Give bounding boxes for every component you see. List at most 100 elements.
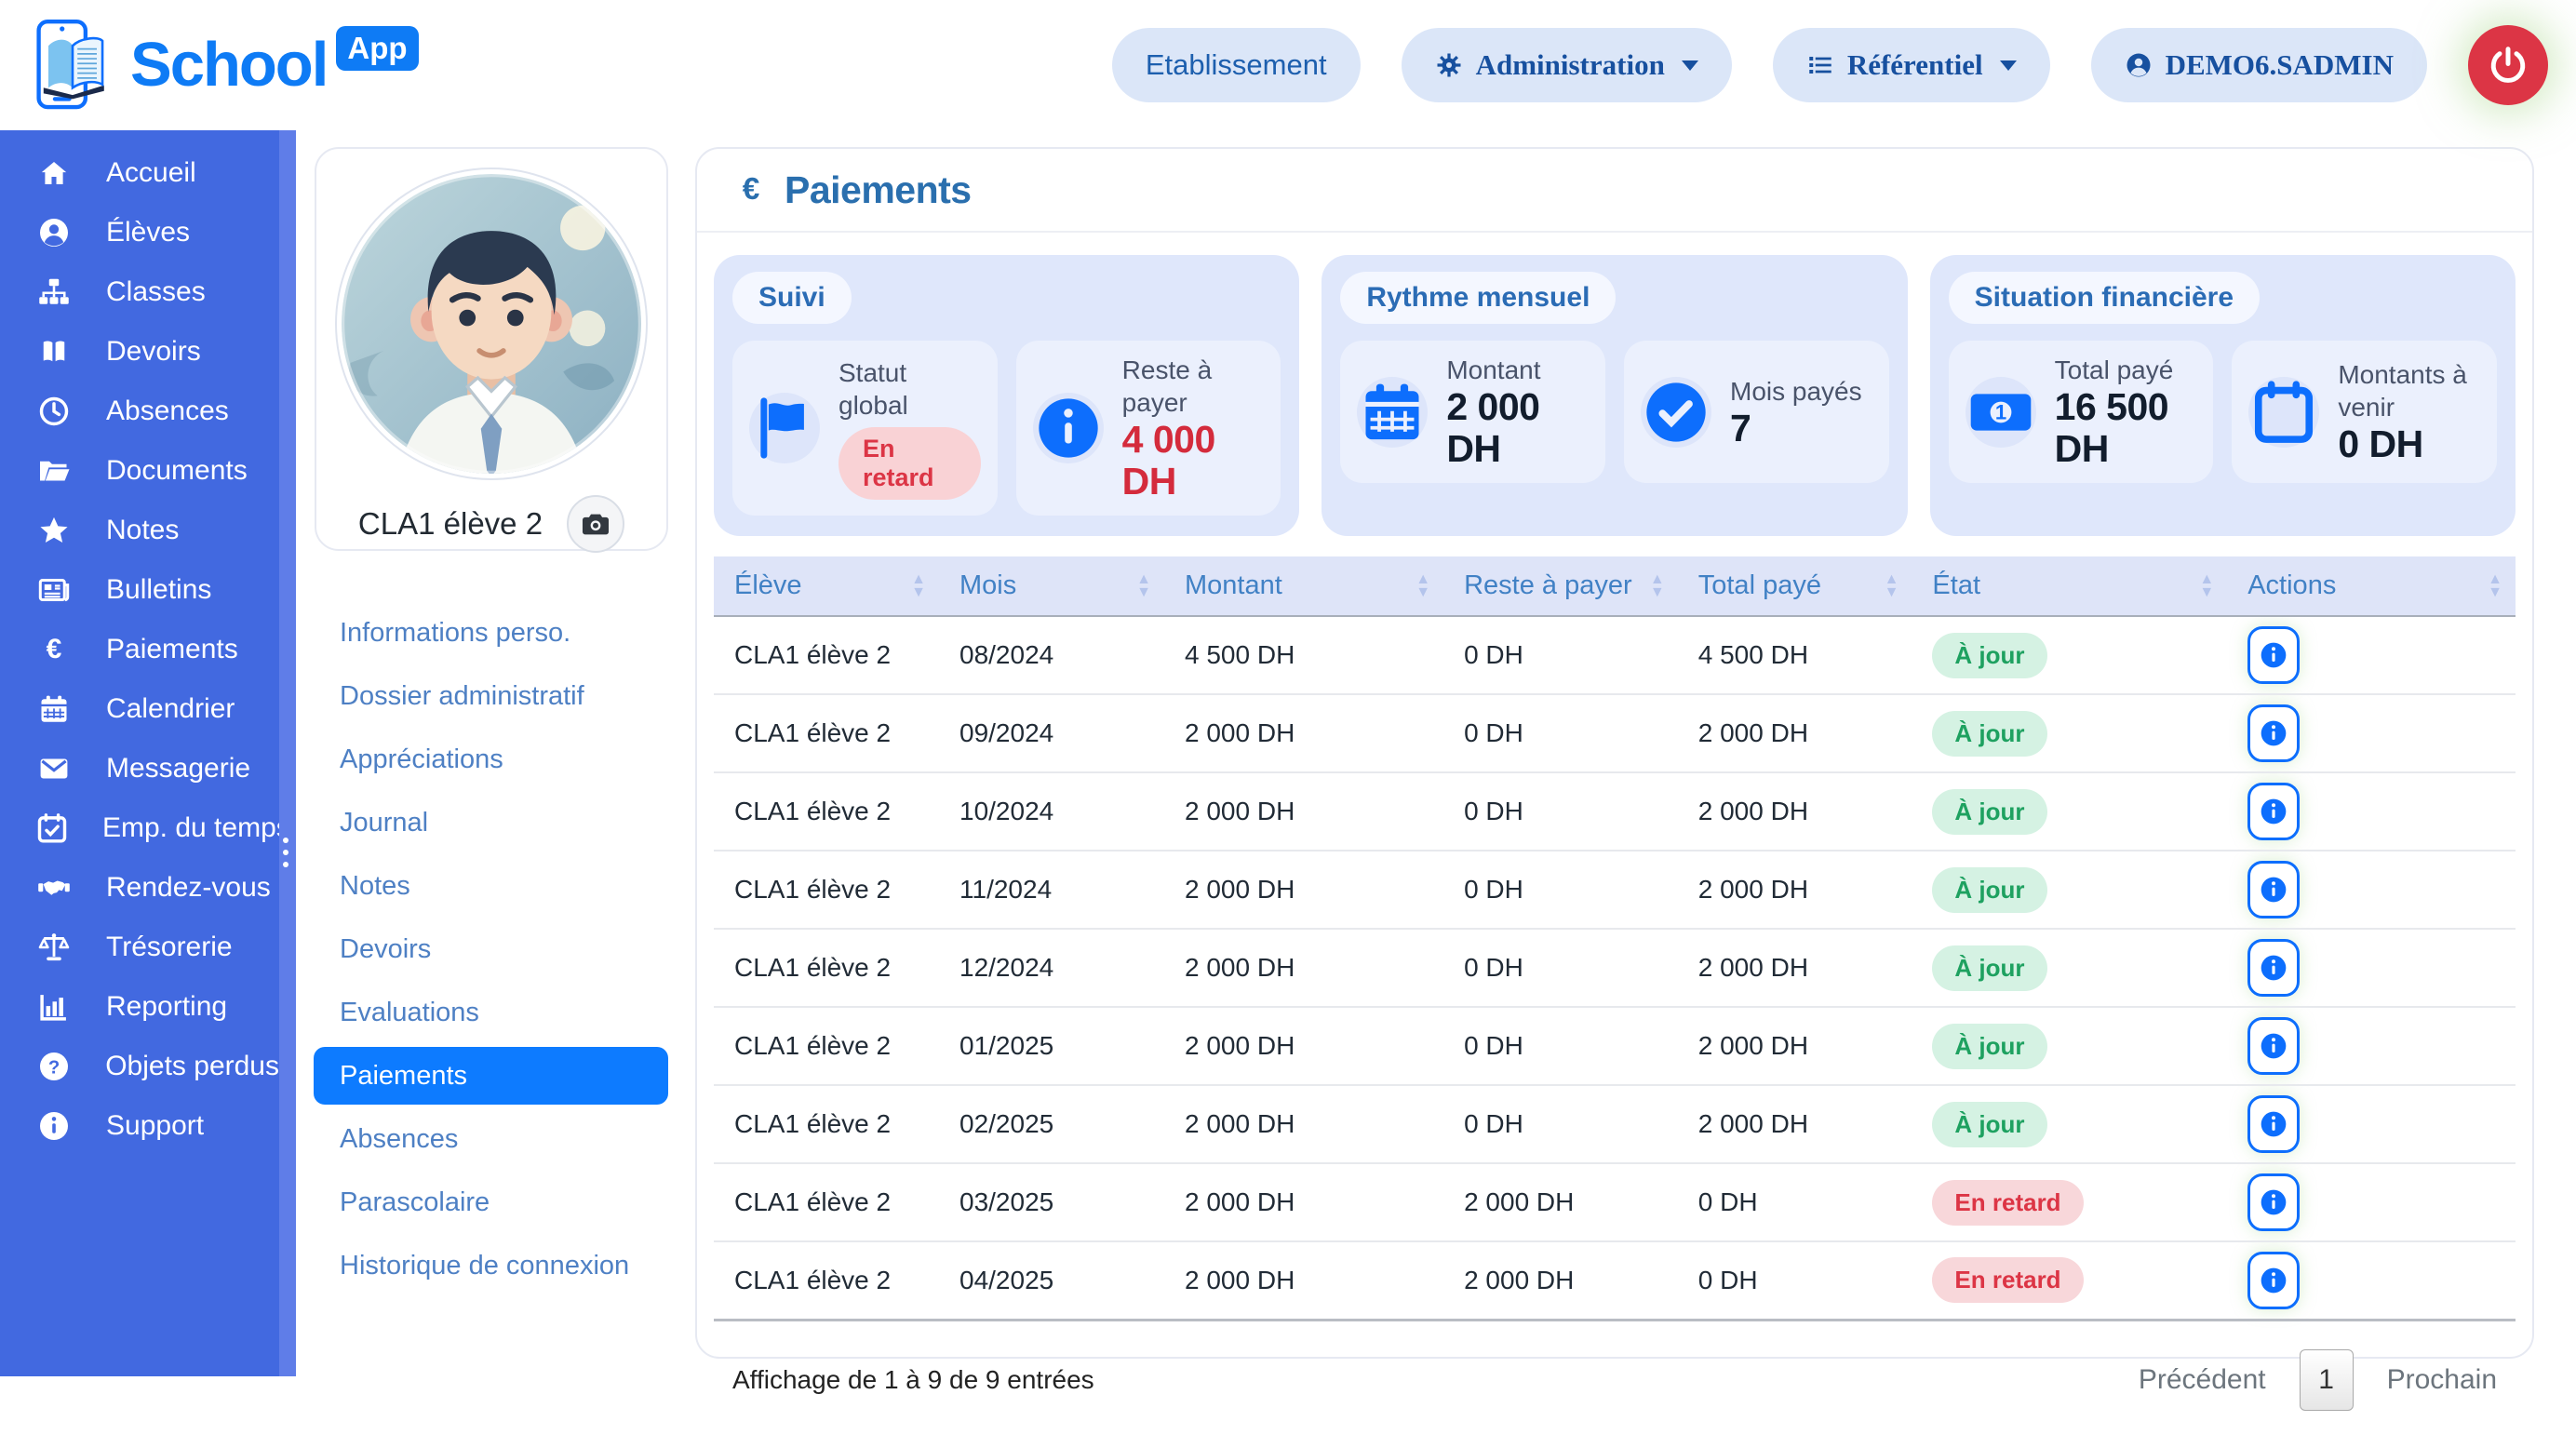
sort-icon: ▲▼ — [1650, 573, 1665, 599]
col-header-reste-payer[interactable]: Reste à payer▲▼ — [1443, 556, 1678, 616]
col-header-mois[interactable]: Mois▲▼ — [939, 556, 1164, 616]
row-info-button[interactable] — [2247, 626, 2300, 684]
cell-actions — [2227, 772, 2516, 851]
subnav-item-journal[interactable]: Journal — [314, 791, 668, 854]
pagination-previous[interactable]: Précédent — [2139, 1364, 2266, 1396]
subnav-item-absences[interactable]: Absences — [314, 1107, 668, 1171]
row-info-button[interactable] — [2247, 783, 2300, 840]
sort-icon: ▲▼ — [1885, 573, 1899, 599]
nav-button-label: Etablissement — [1146, 48, 1327, 82]
row-info-button[interactable] — [2247, 1173, 2300, 1231]
logout-button[interactable] — [2468, 25, 2548, 105]
nav-button-label: Administration — [1476, 48, 1665, 82]
sidebar-item-support[interactable]: Support — [0, 1096, 279, 1156]
cell-total: 2 000 DH — [1678, 929, 1912, 1007]
sidebar-item-paiements[interactable]: €Paiements — [0, 620, 279, 679]
subnav-item-parascolaire[interactable]: Parascolaire — [314, 1171, 668, 1234]
stat-value: 16 500 DH — [2055, 386, 2197, 470]
subnav-item-notes[interactable]: Notes — [314, 854, 668, 918]
row-info-button[interactable] — [2247, 704, 2300, 762]
star-icon — [35, 514, 73, 547]
sidebar-item-calendrier[interactable]: Calendrier — [0, 679, 279, 739]
sidebar-item-objets-perdus[interactable]: ?Objets perdus — [0, 1037, 279, 1096]
status-badge: À jour — [1932, 1102, 2046, 1147]
cell-total: 2 000 DH — [1678, 851, 1912, 929]
sidebar-item-devoirs[interactable]: Devoirs — [0, 322, 279, 382]
col-header--tat[interactable]: État▲▼ — [1912, 556, 2227, 616]
sidebar-item-notes[interactable]: Notes — [0, 501, 279, 560]
col-header-actions[interactable]: Actions▲▼ — [2227, 556, 2516, 616]
table-row: CLA1 élève 212/20242 000 DH0 DH2 000 DHÀ… — [714, 929, 2516, 1007]
sidebar-item-label: Support — [106, 1110, 204, 1142]
cell-actions — [2227, 694, 2516, 772]
column-label: Mois — [959, 570, 1016, 600]
nav-button-r-f-rentiel[interactable]: Référentiel — [1773, 28, 2050, 102]
sidebar-resize-gutter[interactable] — [279, 130, 296, 1376]
payments-card: € Paiements SuiviStatut globalEn retardR… — [695, 147, 2534, 1359]
euro-icon: € — [732, 171, 770, 208]
sidebar-item-rendez-vous[interactable]: Rendez-vous — [0, 858, 279, 918]
sidebar-item-tr-sorerie[interactable]: Trésorerie — [0, 918, 279, 977]
row-info-button[interactable] — [2247, 861, 2300, 918]
sidebar-item-label: Objets perdus — [105, 1051, 279, 1082]
sidebar-item-reporting[interactable]: Reporting — [0, 977, 279, 1037]
col-header-total-pay-[interactable]: Total payé▲▼ — [1678, 556, 1912, 616]
sidebar-item--l-ves[interactable]: Élèves — [0, 203, 279, 262]
subnav-item-evaluations[interactable]: Evaluations — [314, 981, 668, 1044]
col-header-montant[interactable]: Montant▲▼ — [1164, 556, 1443, 616]
nav-button-demo6-sadmin[interactable]: DEMO6.SADMIN — [2091, 28, 2427, 102]
cell-eleve: CLA1 élève 2 — [714, 1241, 939, 1320]
row-info-button[interactable] — [2247, 939, 2300, 997]
cell-mois: 04/2025 — [939, 1241, 1164, 1320]
subnav-item-informations-perso-[interactable]: Informations perso. — [314, 601, 668, 664]
sidebar-item-documents[interactable]: Documents — [0, 441, 279, 501]
subnav-item-devoirs[interactable]: Devoirs — [314, 918, 668, 981]
stat-label: Statut global — [839, 356, 981, 422]
sidebar-item-bulletins[interactable]: Bulletins — [0, 560, 279, 620]
cell-reste: 2 000 DH — [1443, 1163, 1678, 1241]
col-header--l-ve[interactable]: Élève▲▼ — [714, 556, 939, 616]
cell-etat: En retard — [1912, 1241, 2227, 1320]
sidebar-item-classes[interactable]: Classes — [0, 262, 279, 322]
stat-value: 7 — [1730, 408, 1862, 449]
subnav-item-dossier-administratif[interactable]: Dossier administratif — [314, 664, 668, 728]
sidebar-item-absences[interactable]: Absences — [0, 382, 279, 441]
cell-eleve: CLA1 élève 2 — [714, 851, 939, 929]
clock-icon — [35, 395, 73, 428]
phone-book-icon — [24, 13, 121, 117]
column-label: Actions — [2247, 570, 2336, 600]
status-badge: À jour — [1932, 867, 2046, 913]
table-row: CLA1 élève 211/20242 000 DH0 DH2 000 DHÀ… — [714, 851, 2516, 929]
summary-card-suivi: SuiviStatut globalEn retardReste à payer… — [714, 255, 1299, 536]
cell-total: 2 000 DH — [1678, 694, 1912, 772]
cell-reste: 0 DH — [1443, 929, 1678, 1007]
sidebar-item-label: Paiements — [106, 634, 238, 665]
column-label: Montant — [1185, 570, 1282, 600]
stat-text: Reste à payer4 000 DH — [1122, 354, 1265, 503]
table-footer: Affichage de 1 à 9 de 9 entrées Précéden… — [697, 1321, 2532, 1448]
row-info-button[interactable] — [2247, 1095, 2300, 1153]
nav-button-administration[interactable]: Administration — [1402, 28, 1732, 102]
sidebar-item-accueil[interactable]: Accueil — [0, 143, 279, 203]
payments-table-wrap: Élève▲▼Mois▲▼Montant▲▼Reste à payer▲▼Tot… — [697, 543, 2532, 1321]
subnav-item-historique-de-connexion[interactable]: Historique de connexion — [314, 1234, 668, 1297]
pagination-page-1[interactable]: 1 — [2300, 1349, 2354, 1411]
cell-actions — [2227, 1007, 2516, 1085]
change-photo-button[interactable] — [567, 495, 624, 553]
sidebar-item-emp-du-temps[interactable]: Emp. du temps — [0, 798, 279, 858]
nav-button-label: DEMO6.SADMIN — [2166, 48, 2394, 82]
row-info-button[interactable] — [2247, 1252, 2300, 1309]
subnav-item-appr-ciations[interactable]: Appréciations — [314, 728, 668, 791]
cell-reste: 0 DH — [1443, 1085, 1678, 1163]
pagination-next[interactable]: Prochain — [2387, 1364, 2497, 1396]
subnav-item-paiements[interactable]: Paiements — [314, 1047, 668, 1105]
cell-actions — [2227, 616, 2516, 694]
nav-button-etablissement[interactable]: Etablissement — [1112, 28, 1361, 102]
summary-card-label: Rythme mensuel — [1340, 272, 1616, 324]
calendar-day-icon — [2248, 377, 2319, 448]
row-info-button[interactable] — [2247, 1017, 2300, 1075]
sidebar-item-messagerie[interactable]: Messagerie — [0, 739, 279, 798]
cell-reste: 0 DH — [1443, 772, 1678, 851]
handshake-icon — [35, 871, 73, 905]
sidebar: AccueilÉlèvesClassesDevoirsAbsencesDocum… — [0, 130, 279, 1376]
